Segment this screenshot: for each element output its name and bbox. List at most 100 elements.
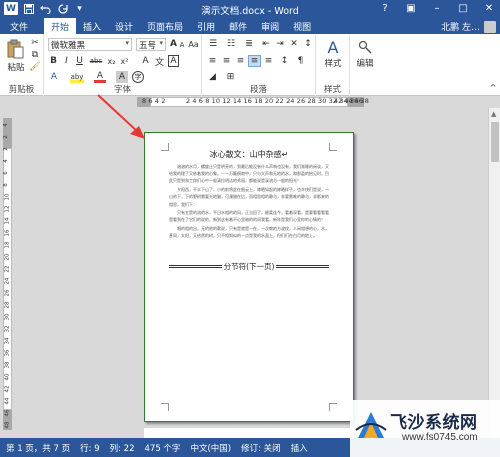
borders-icon[interactable]: ⊞ [224, 71, 237, 83]
text-effects-button[interactable]: A [48, 71, 60, 83]
tab-home[interactable]: 开始 [44, 18, 77, 34]
bullets-icon[interactable]: ☰ [206, 38, 220, 50]
status-word-count[interactable]: 475 个字 [145, 442, 181, 454]
tab-page-layout[interactable]: 页面布局 [140, 18, 190, 34]
tab-mailings[interactable]: 邮件 [222, 18, 254, 34]
help-icon[interactable]: ? [378, 1, 392, 15]
avatar [484, 20, 496, 33]
character-shading-button[interactable]: A [116, 71, 128, 83]
font-color-button[interactable]: A [94, 71, 106, 83]
horizontal-ruler[interactable]: 8 6 4 2 2 4 6 8 10 12 14 16 18 20 22 24 … [0, 96, 500, 108]
font-name-select[interactable]: 微软雅黑 ▾ [48, 38, 132, 51]
user-name: 北鹏 左… [441, 23, 480, 33]
vruler-number: 46 [4, 409, 11, 417]
status-language[interactable]: 中文(中国) [190, 442, 231, 454]
numbering-icon[interactable]: ☷ [224, 38, 238, 50]
styles-button[interactable]: 样式 [318, 58, 348, 69]
vruler-number: 44 [4, 397, 11, 405]
bold-button[interactable]: B [48, 55, 59, 67]
shrink-font-button[interactable]: A [178, 39, 186, 50]
document-body[interactable]: 溶溶的水月，螺旋止只是明亮的，到最后能没有什么声响也没有，我们渐睡的闲谈，又给我… [169, 163, 329, 241]
document-area[interactable]: 冰心散文：山中杂感↵ 溶溶的水月，螺旋止只是明亮的，到最后能没有什么声响也没有，… [14, 108, 488, 438]
doc-paragraph: 溶溶的水月，螺旋止只是明亮的，到最后能没有什么声响也没有，我们渐睡的闲谈，又给我… [169, 164, 329, 184]
shading-icon[interactable]: ◢ [206, 71, 219, 83]
strikethrough-button[interactable]: abc [88, 55, 104, 67]
styles-icon[interactable]: A [324, 38, 342, 57]
ribbon-tabs: 开始 插入 设计 页面布局 引用 邮件 审阅 视图 [44, 18, 318, 34]
paste-icon[interactable] [6, 38, 26, 60]
align-center-icon[interactable]: ≡ [220, 55, 233, 67]
editing-group: 编辑 [350, 34, 380, 96]
status-insert-mode[interactable]: 插入 [291, 442, 308, 454]
status-track-changes[interactable]: 修订: 关闭 [241, 442, 281, 454]
paste-button[interactable]: 粘贴 [4, 62, 28, 73]
show-marks-icon[interactable]: ¶ [294, 55, 307, 67]
status-column: 列: 22 [109, 443, 135, 454]
tab-references[interactable]: 引用 [190, 18, 222, 34]
font-name-value: 微软雅黑 [51, 40, 86, 51]
ribbon-display-icon[interactable]: ▣ [404, 1, 418, 15]
vruler-number: 30 [4, 313, 11, 321]
styles-group-label: 样式 [323, 85, 341, 95]
ribbon: 粘贴 ✂ ⧉ 🖌 剪贴板 微软雅黑 ▾ 五号 ▾ A A Aa B I U abc … [0, 34, 500, 96]
grow-font-button[interactable]: A [169, 38, 178, 50]
collapse-ribbon-icon[interactable]: ^ [488, 82, 498, 92]
tab-insert[interactable]: 插入 [76, 18, 108, 34]
vruler-number: 28 [4, 301, 11, 309]
maximize-icon[interactable]: □ [456, 1, 470, 15]
tab-file[interactable]: 文件 [0, 18, 38, 34]
vruler-number: 32 [4, 325, 11, 333]
tab-design[interactable]: 设计 [108, 18, 140, 34]
tab-review[interactable]: 审阅 [254, 18, 286, 34]
distributed-icon[interactable]: ≡ [262, 55, 275, 67]
enclose-characters-button[interactable]: 字 [132, 71, 144, 83]
line-spacing-icon[interactable]: ↕ [278, 55, 291, 67]
next-page[interactable] [144, 428, 354, 438]
crop-mark-bottom-right [329, 403, 337, 411]
document-page[interactable]: 冰心散文：山中杂感↵ 溶溶的水月，螺旋止只是明亮的，到最后能没有什么声响也没有，… [144, 132, 354, 422]
tab-view[interactable]: 视图 [286, 18, 318, 34]
user-account[interactable]: 北鹏 左… [441, 20, 496, 33]
editing-icon[interactable] [356, 38, 374, 56]
align-right-icon[interactable]: ≡ [234, 55, 247, 67]
phonetic-guide-button[interactable]: 文 [154, 55, 165, 68]
font-group-label: 字体 [113, 85, 131, 95]
cut-icon[interactable]: ✂ [30, 38, 40, 48]
change-case-button[interactable]: Aa [187, 38, 200, 50]
vertical-scrollbar[interactable]: ▲ [488, 108, 500, 438]
editing-button[interactable]: 编辑 [352, 58, 378, 69]
justify-icon[interactable]: ≡ [248, 55, 261, 67]
superscript-button[interactable]: x² [119, 55, 130, 67]
copy-icon[interactable]: ⧉ [30, 50, 40, 60]
vruler-number: 14 [4, 217, 11, 225]
vruler-number: 6 [2, 171, 9, 175]
window-controls: ? ▣ – □ ✕ [378, 1, 496, 15]
clipboard-group: 粘贴 ✂ ⧉ 🖌 剪贴板 [0, 34, 44, 96]
underline-button[interactable]: U [74, 55, 85, 67]
highlight-button[interactable]: aby [70, 71, 84, 83]
scrollbar-thumb[interactable] [491, 122, 499, 162]
subscript-button[interactable]: x₂ [106, 55, 117, 67]
italic-button[interactable]: I [61, 55, 72, 67]
clear-format-button[interactable]: A [140, 55, 151, 67]
vruler-number: 22 [4, 265, 11, 273]
minimize-icon[interactable]: – [430, 1, 444, 15]
vruler-number: 20 [4, 253, 11, 261]
decrease-indent-icon[interactable]: ⇤ [260, 38, 272, 50]
increase-indent-icon[interactable]: ⇥ [274, 38, 286, 50]
section-break-line [276, 265, 330, 268]
multilevel-list-icon[interactable]: ≣ [242, 38, 256, 50]
vruler-number: 4 [2, 123, 9, 127]
chinese-layout-icon[interactable]: ✕ [288, 38, 300, 50]
font-size-select[interactable]: 五号 ▾ [136, 38, 166, 51]
vruler-number: 26 [4, 289, 11, 297]
vruler-number: 8 [2, 183, 9, 187]
sort-icon[interactable]: ↕ [302, 38, 314, 50]
close-icon[interactable]: ✕ [482, 1, 496, 15]
vertical-ruler[interactable]: 4 2 2 4 6 8 10 12 14 16 18 20 22 24 26 28 30 32 34 36 38 40 42… [0, 108, 14, 438]
status-page[interactable]: 第 1 页，共 7 页 [6, 442, 70, 454]
format-painter-icon[interactable]: 🖌 [29, 62, 40, 72]
character-border-button[interactable]: A [168, 55, 179, 67]
align-left-icon[interactable]: ≡ [206, 55, 219, 67]
scroll-up-icon[interactable]: ▲ [491, 110, 496, 118]
